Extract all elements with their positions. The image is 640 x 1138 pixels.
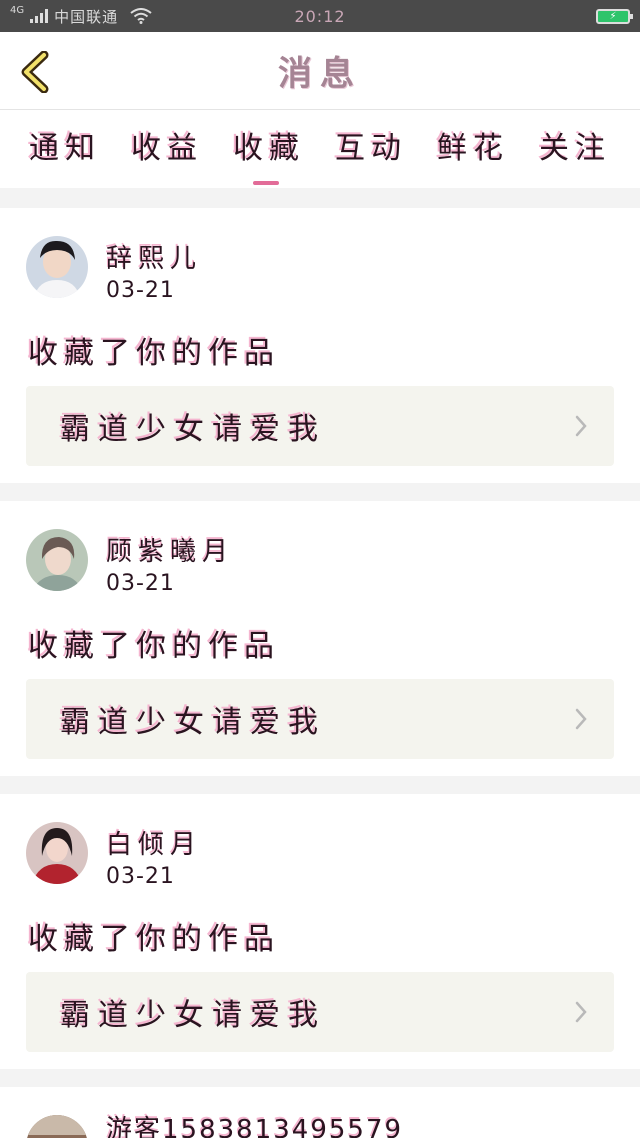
action-text: 收藏了你的作品: [28, 336, 280, 371]
chevron-left-icon: [21, 51, 49, 93]
chevron-right-icon: [575, 708, 587, 730]
tab-bar: 通知 收益 收藏 互动 鲜花 关注: [0, 110, 640, 188]
clock: 20:12: [294, 6, 346, 26]
user-name[interactable]: 游客15838134955​79: [106, 1109, 403, 1138]
notification-card: 顾紫曦月 03-21 收藏了你的作品 霸道少女请爱我: [0, 501, 640, 776]
notification-list: 辞熙儿 03-21 收藏了你的作品 霸道少女请爱我 顾紫曦月 03-21 收藏了…: [0, 208, 640, 1138]
header: 消息: [0, 32, 640, 110]
notification-card: 游客15838134955​79: [0, 1087, 640, 1138]
work-link[interactable]: 霸道少女请爱我: [26, 386, 614, 466]
work-link[interactable]: 霸道少女请爱我: [26, 972, 614, 1052]
work-title: 霸道少女请爱我: [60, 705, 326, 740]
tab-earnings[interactable]: 收益: [131, 123, 203, 175]
notification-card: 辞熙儿 03-21 收藏了你的作品 霸道少女请爱我: [0, 208, 640, 483]
user-name[interactable]: 顾紫曦月: [106, 531, 234, 568]
avatar[interactable]: [26, 529, 88, 591]
chevron-right-icon: [575, 415, 587, 437]
battery-charging-icon: ⚡: [596, 9, 633, 24]
work-title: 霸道少女请爱我: [60, 998, 326, 1033]
chevron-right-icon: [575, 1001, 587, 1023]
avatar[interactable]: [26, 822, 88, 884]
avatar[interactable]: [26, 1115, 88, 1138]
timestamp: 03-21: [106, 278, 175, 303]
timestamp: 03-21: [106, 864, 175, 889]
user-name[interactable]: 白倾月: [106, 824, 202, 861]
tab-notifications[interactable]: 通知: [29, 123, 101, 175]
status-bar: 4G 中国联通 20:12 ⚡: [0, 0, 640, 32]
notification-card: 白倾月 03-21 收藏了你的作品 霸道少女请爱我: [0, 794, 640, 1069]
action-text: 收藏了你的作品: [28, 922, 280, 957]
back-button[interactable]: [14, 50, 56, 94]
avatar[interactable]: [26, 236, 88, 298]
tab-flowers[interactable]: 鲜花: [437, 123, 509, 175]
work-link[interactable]: 霸道少女请爱我: [26, 679, 614, 759]
tab-following[interactable]: 关注: [539, 123, 611, 175]
action-text: 收藏了你的作品: [28, 629, 280, 664]
timestamp: 03-21: [106, 571, 175, 596]
tab-favorites[interactable]: 收藏: [233, 123, 305, 185]
work-title: 霸道少女请爱我: [60, 412, 326, 447]
page-title: 消息: [278, 54, 362, 94]
tab-interactions[interactable]: 互动: [335, 123, 407, 175]
user-name[interactable]: 辞熙儿: [106, 238, 202, 275]
